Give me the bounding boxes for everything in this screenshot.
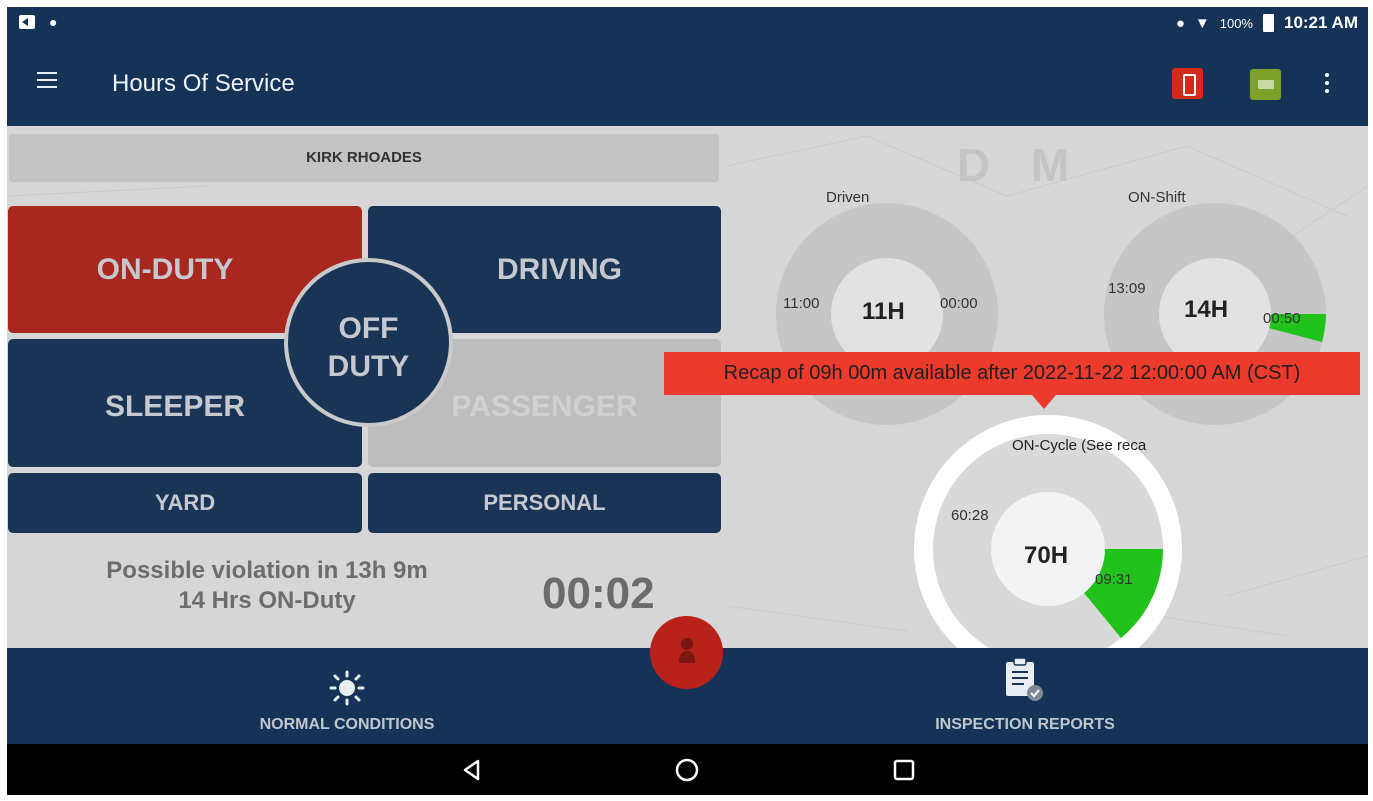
violation-line2: 14 Hrs ON-Duty [178, 587, 356, 614]
recents-icon[interactable] [891, 757, 917, 783]
recap-banner-pointer [1032, 395, 1056, 409]
off-duty-button[interactable]: OFF DUTY [284, 258, 453, 427]
yard-button[interactable]: YARD [8, 473, 362, 533]
on-shift-used: 00:50 [1263, 310, 1301, 327]
on-cycle-limit: 70H [1024, 542, 1069, 569]
battery-icon [1262, 14, 1274, 32]
status-bar: ● ● ▼ 100% 10:21 AM [7, 7, 1368, 40]
on-cycle-label: ON-Cycle (See reca [1012, 437, 1147, 454]
back-icon[interactable] [459, 757, 485, 783]
driven-remaining: 11:00 [783, 295, 820, 312]
violation-warning: Possible violation in 13h 9m 14 Hrs ON-D… [67, 556, 467, 616]
off-duty-label-line1: OFF [338, 312, 399, 345]
violation-line1: Possible violation in 13h 9m [106, 557, 428, 584]
on-cycle-remaining: 60:28 [951, 507, 989, 524]
person-icon [679, 638, 695, 663]
off-duty-label-line2: DUTY [327, 350, 410, 383]
inspection-reports-label[interactable]: INSPECTION REPORTS [875, 716, 1175, 734]
clock: 10:21 AM [1283, 13, 1358, 32]
dm-logo: D M [957, 139, 1084, 191]
driven-limit: 11H [862, 298, 905, 325]
system-navigation-bar [7, 744, 1368, 795]
device-frame: ● ● ▼ 100% 10:21 AM Hours Of Service KIR… [0, 0, 1373, 801]
android-icon: ● [49, 14, 58, 30]
tablet-screen: ● ● ▼ 100% 10:21 AM Hours Of Service KIR… [7, 7, 1368, 795]
overflow-menu-icon[interactable] [1325, 73, 1331, 95]
menu-icon[interactable] [37, 72, 57, 88]
recap-banner[interactable]: Recap of 09h 00m available after 2022-11… [664, 352, 1360, 395]
driven-used: 00:00 [940, 295, 978, 312]
driven-label: Driven [826, 189, 870, 206]
page-title: Hours Of Service [112, 70, 295, 97]
on-shift-label: ON-Shift [1128, 189, 1186, 206]
home-icon[interactable] [674, 757, 700, 783]
location-icon: ● [1175, 14, 1185, 32]
on-shift-remaining: 13:09 [1108, 280, 1146, 297]
duty-timer: 00:02 [542, 569, 655, 618]
personal-button[interactable]: PERSONAL [368, 473, 721, 533]
battery-percent: 100% [1219, 15, 1253, 31]
notification-icon [19, 15, 35, 29]
app-bar: Hours Of Service [7, 40, 1368, 126]
eld-device-icon[interactable] [1172, 68, 1203, 99]
driver-name-bar[interactable]: KIRK RHOADES [9, 134, 719, 182]
truck-icon[interactable] [1250, 69, 1281, 100]
on-shift-limit: 14H [1184, 296, 1229, 323]
normal-conditions-label[interactable]: NORMAL CONDITIONS [197, 716, 497, 734]
clipboard-icon[interactable] [1002, 656, 1044, 702]
vpn-icon: ▼ [1194, 14, 1210, 32]
on-cycle-used: 09:31 [1095, 571, 1133, 588]
main-content: KIRK RHOADES ON-DUTY DRIVING SLEEPER PAS… [7, 126, 1368, 683]
sun-icon[interactable] [329, 670, 365, 706]
